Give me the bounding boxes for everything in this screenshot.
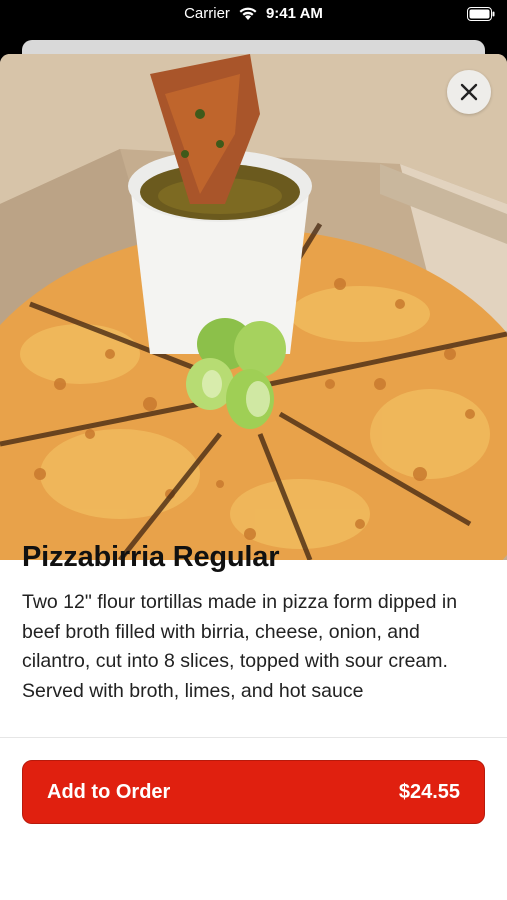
status-bar: Carrier 9:41 AM [0, 0, 507, 34]
food-photo [0, 54, 507, 560]
item-description: Two 12" flour tortillas made in pizza fo… [22, 591, 458, 702]
status-time: 9:41 AM [265, 5, 323, 22]
food-photo-illustration [0, 54, 507, 560]
divider [0, 737, 507, 738]
carrier-label: Carrier [184, 5, 230, 22]
add-to-order-label: Add to Order [47, 780, 171, 803]
battery-icon [467, 7, 495, 21]
add-to-order-button[interactable]: Add to Order $24.55 [22, 760, 485, 824]
close-icon [460, 83, 478, 101]
item-content: Pizzabirria Regular Two 12" flour tortil… [22, 540, 488, 706]
status-center: Carrier 9:41 AM [0, 5, 507, 22]
close-button[interactable] [447, 70, 491, 114]
wifi-icon [239, 7, 257, 20]
item-title: Pizzabirria Regular [22, 541, 280, 573]
order-price: $24.55 [398, 780, 460, 803]
